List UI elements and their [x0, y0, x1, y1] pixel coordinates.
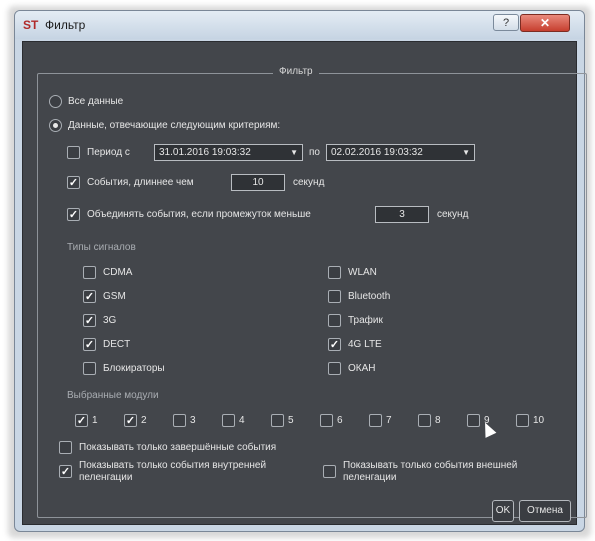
window-title: Фильтр [45, 18, 86, 32]
internal-only-label-line2: пеленгации [79, 472, 133, 483]
signal-types-header: Типы сигналов [67, 242, 136, 253]
signal-wlan-label: WLAN [348, 267, 377, 278]
module-10-label: 10 [533, 415, 545, 426]
signal-traffic-label: Трафик [348, 315, 383, 326]
signal-lte-checkbox[interactable]: ✓ [328, 338, 341, 351]
module-7-checkbox[interactable] [369, 414, 382, 427]
signal-3g-checkbox[interactable]: ✓ [83, 314, 96, 327]
module-8-label: 8 [435, 415, 441, 426]
close-button[interactable]: ✕ [520, 14, 570, 32]
radio-criteria[interactable] [49, 119, 62, 132]
module-5-checkbox[interactable] [271, 414, 284, 427]
module-7-label: 7 [386, 415, 392, 426]
signal-okan-label: ОКАН [348, 363, 376, 374]
signal-jammers-label: Блокираторы [103, 363, 165, 374]
filter-dialog: ST Фильтр ? ✕ Фильтр Все данные Данные, … [14, 10, 587, 532]
module-8-checkbox[interactable] [418, 414, 431, 427]
external-only-checkbox[interactable] [323, 465, 336, 478]
radio-all-data[interactable] [49, 95, 62, 108]
merge-unit: секунд [437, 209, 469, 220]
signal-lte-label: 4G LTE [348, 339, 382, 350]
radio-all-data-label[interactable]: Все данные [68, 96, 123, 107]
external-only-label-line2: пеленгации [343, 472, 397, 483]
signal-dect-label: DECT [103, 339, 131, 350]
signal-gsm-checkbox[interactable]: ✓ [83, 290, 96, 303]
dialog-body: Фильтр Все данные Данные, отвечающие сле… [22, 41, 587, 525]
merge-value-input[interactable]: 3 [375, 206, 429, 223]
module-3-label: 3 [190, 415, 196, 426]
period-from-value: 31.01.2016 19:03:32 [159, 147, 251, 158]
completed-only-checkbox[interactable] [59, 441, 72, 454]
modules-header: Выбранные модули [67, 390, 159, 401]
signal-wlan-checkbox[interactable] [328, 266, 341, 279]
period-from-picker[interactable]: 31.01.2016 19:03:32 ▼ [154, 144, 303, 161]
signal-okan-checkbox[interactable] [328, 362, 341, 375]
module-2-label: 2 [141, 415, 147, 426]
period-label: Период с [87, 147, 130, 158]
title-bar[interactable]: ST Фильтр ? ✕ [15, 11, 584, 39]
module-6-label: 6 [337, 415, 343, 426]
external-only-label-line1: Показывать только события внешней [343, 460, 518, 471]
module-5-label: 5 [288, 415, 294, 426]
signal-bluetooth-label: Bluetooth [348, 291, 391, 302]
module-2-checkbox[interactable]: ✓ [124, 414, 137, 427]
completed-only-label: Показывать только завершённые события [79, 442, 277, 453]
period-to-label: по [309, 147, 320, 158]
signal-traffic-checkbox[interactable] [328, 314, 341, 327]
longer-label: События, длиннее чем [87, 177, 194, 188]
period-to-picker[interactable]: 02.02.2016 19:03:32 ▼ [326, 144, 475, 161]
signal-jammers-checkbox[interactable] [83, 362, 96, 375]
merge-checkbox[interactable]: ✓ [67, 208, 80, 221]
module-4-checkbox[interactable] [222, 414, 235, 427]
help-button[interactable]: ? [493, 14, 519, 31]
signal-cdma-label: CDMA [103, 267, 133, 278]
group-title: Фильтр [273, 66, 319, 77]
module-9-checkbox[interactable] [467, 414, 480, 427]
chevron-down-icon[interactable]: ▼ [462, 145, 470, 160]
signal-3g-label: 3G [103, 315, 117, 326]
internal-only-checkbox[interactable]: ✓ [59, 465, 72, 478]
internal-only-label-line1: Показывать только события внутренней [79, 460, 267, 471]
merge-label: Объединять события, если промежуток мень… [87, 209, 311, 220]
longer-checkbox[interactable]: ✓ [67, 176, 80, 189]
app-icon: ST [23, 18, 39, 32]
signal-gsm-label: GSM [103, 291, 126, 302]
module-1-checkbox[interactable]: ✓ [75, 414, 88, 427]
signal-cdma-checkbox[interactable] [83, 266, 96, 279]
radio-criteria-dot [53, 123, 58, 128]
module-10-checkbox[interactable] [516, 414, 529, 427]
period-to-value: 02.02.2016 19:03:32 [331, 147, 423, 158]
ok-button[interactable]: OK [492, 500, 514, 522]
module-4-label: 4 [239, 415, 245, 426]
radio-criteria-label[interactable]: Данные, отвечающие следующим критериям: [68, 120, 280, 131]
module-1-label: 1 [92, 415, 98, 426]
signal-bluetooth-checkbox[interactable] [328, 290, 341, 303]
chevron-down-icon[interactable]: ▼ [290, 145, 298, 160]
longer-value-input[interactable]: 10 [231, 174, 285, 191]
signal-dect-checkbox[interactable]: ✓ [83, 338, 96, 351]
module-3-checkbox[interactable] [173, 414, 186, 427]
module-6-checkbox[interactable] [320, 414, 333, 427]
cancel-button[interactable]: Отмена [519, 500, 571, 522]
longer-unit: секунд [293, 177, 325, 188]
period-checkbox[interactable] [67, 146, 80, 159]
